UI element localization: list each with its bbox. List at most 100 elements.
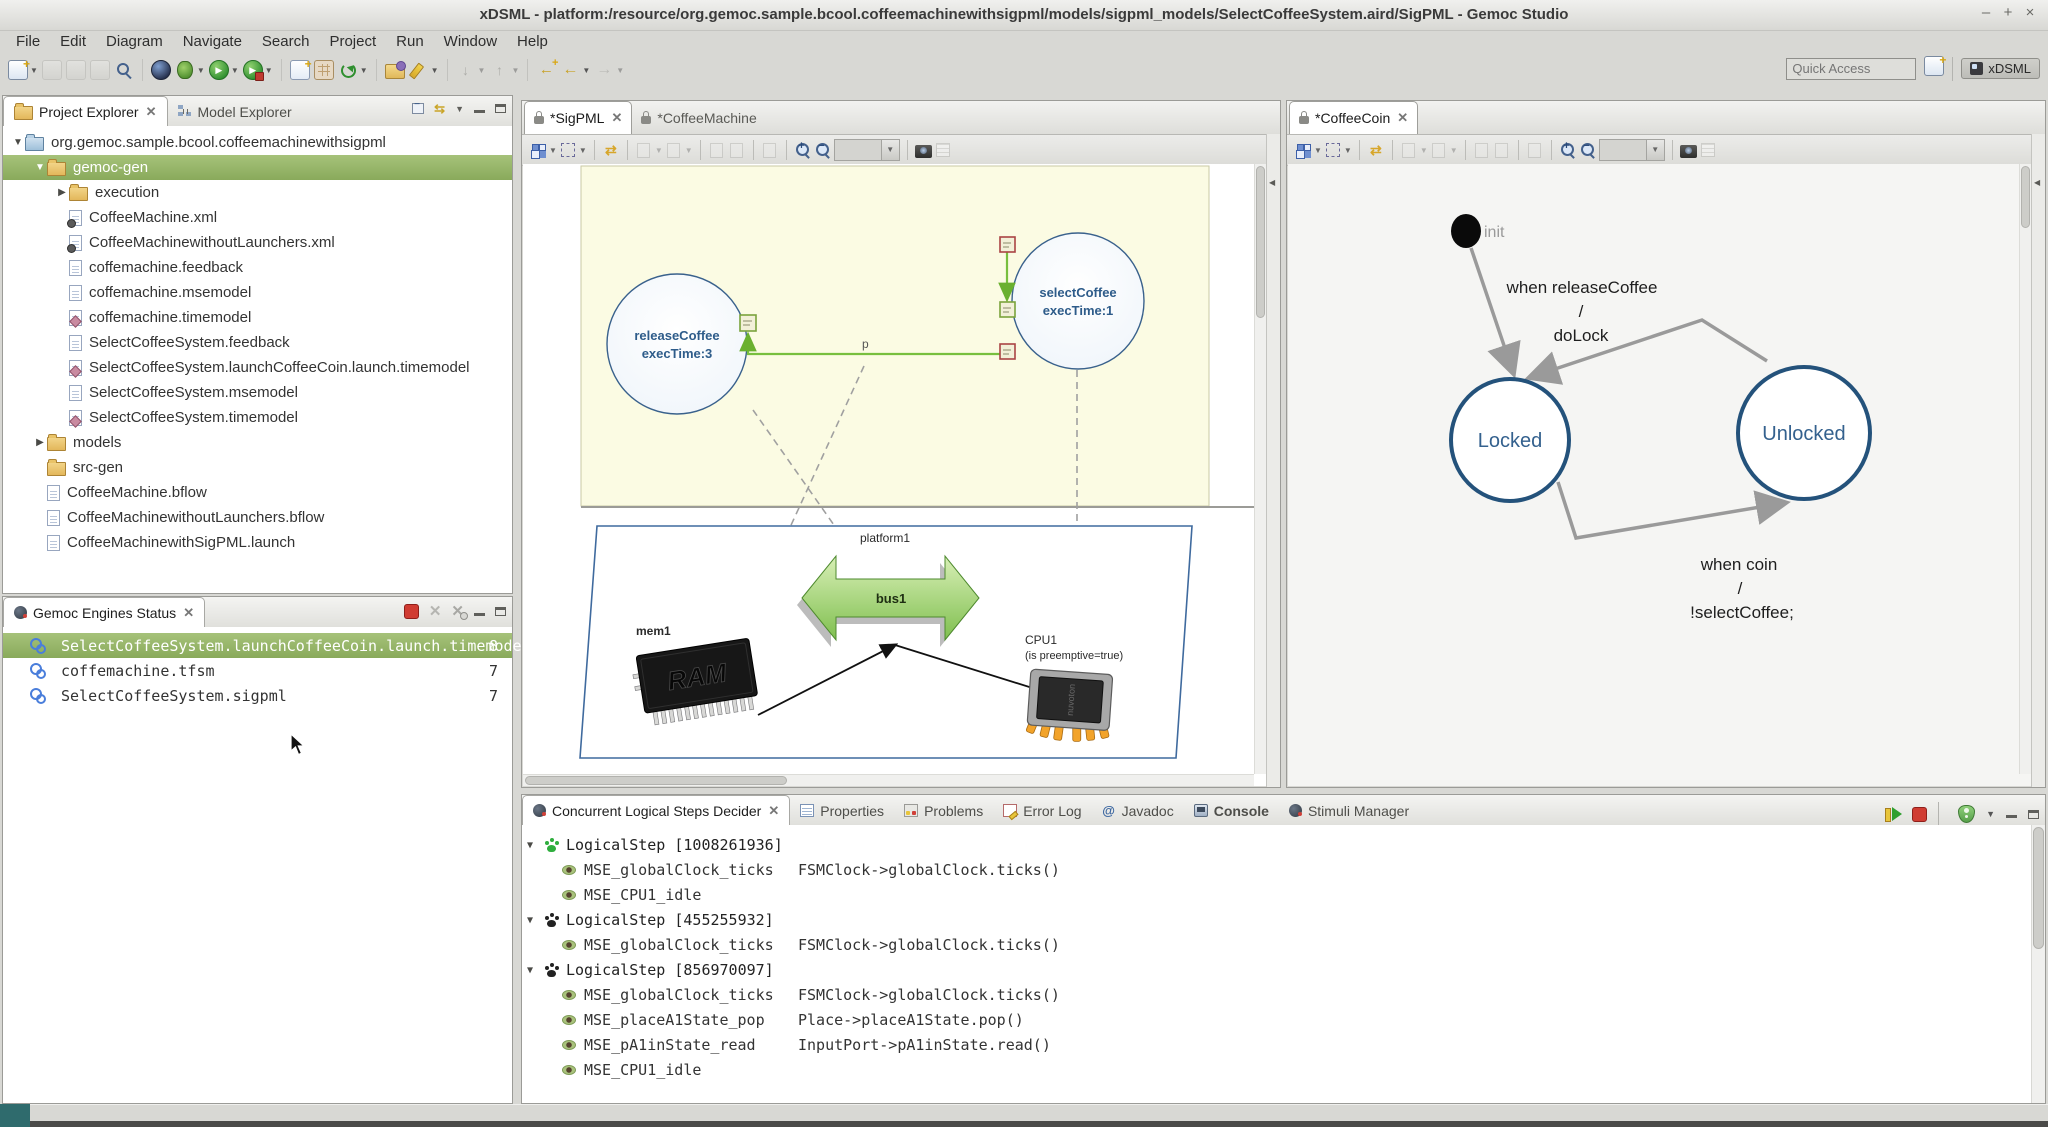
export-as-image-button[interactable]: [1680, 142, 1697, 158]
zoom-level-input[interactable]: [834, 139, 882, 161]
tree-item-selectcoffeesystem-msemodel[interactable]: SelectCoffeeSystem.msemodel: [3, 380, 512, 405]
tree-item-selectcoffeesystem-feedback[interactable]: SelectCoffeeSystem.feedback: [3, 330, 512, 355]
view-menu-icon[interactable]: ▼: [455, 104, 464, 114]
quick-access-input[interactable]: [1786, 58, 1916, 80]
tree-expander-icon[interactable]: ▶: [55, 187, 69, 198]
fsm-init-state[interactable]: [1451, 214, 1481, 248]
scrollbar-thumb[interactable]: [2021, 166, 2030, 228]
refresh-diagram-button[interactable]: ⇄: [602, 141, 620, 159]
sigpml-diagram-canvas[interactable]: releaseCoffee execTime:3 selectCoffee ex…: [523, 164, 1266, 786]
arrange-selection-button[interactable]: ▼: [529, 141, 557, 159]
chevron-down-icon[interactable]: ▼: [30, 66, 38, 75]
tree-item-coffemachine-feedback[interactable]: coffemachine.feedback: [3, 255, 512, 280]
stop-icon[interactable]: [1912, 807, 1927, 822]
chevron-down-icon[interactable]: ▼: [616, 66, 624, 75]
chevron-down-icon[interactable]: ▼: [431, 66, 439, 75]
open-resource-button[interactable]: [384, 61, 406, 80]
tree-expander-icon[interactable]: ▼: [11, 137, 25, 148]
transition-label[interactable]: when releaseCoffee: [1506, 278, 1658, 297]
engine-row[interactable]: SelectCoffeeSystem.sigpml7: [3, 683, 512, 708]
tree-item-coffeemachinewithsigpml-launch[interactable]: CoffeeMachinewithSigPML.launch: [3, 530, 512, 555]
window-maximize-button[interactable]: +: [1998, 4, 2018, 21]
actor-selectCoffee[interactable]: [1012, 233, 1144, 369]
chevron-down-icon[interactable]: ▼: [685, 146, 693, 155]
scrollbar-thumb[interactable]: [525, 776, 787, 785]
palette-expand-icon[interactable]: ◀: [1269, 178, 1275, 187]
tree-item-selectcoffeesystem-timemodel[interactable]: SelectCoffeeSystem.timemodel: [3, 405, 512, 430]
tab-javadoc[interactable]: @Javadoc: [1092, 796, 1184, 825]
tree-item-models[interactable]: ▶models: [3, 430, 512, 455]
tab-model-explorer[interactable]: Model Explorer: [168, 97, 302, 126]
scrollbar-thumb[interactable]: [2033, 827, 2044, 949]
logical-step-row[interactable]: ▼LogicalStep [455255932]: [522, 908, 2032, 933]
menu-project[interactable]: Project: [319, 32, 386, 51]
editor-tab-coffeemachine[interactable]: *CoffeeMachine: [632, 102, 765, 134]
tree-item-coffeemachine-xml[interactable]: CoffeeMachine.xml: [3, 205, 512, 230]
mse-event-row[interactable]: MSE_globalClock_ticksFSMClock->globalClo…: [522, 983, 2032, 1008]
tree-item-coffeemachinewithoutlaunchers-bflow[interactable]: CoffeeMachinewithoutLaunchers.bflow: [3, 505, 512, 530]
maximize-icon[interactable]: [495, 104, 506, 113]
input-port[interactable]: [1000, 344, 1015, 359]
close-icon[interactable]: ✕: [768, 803, 779, 819]
vertical-scrollbar[interactable]: [1254, 164, 1266, 774]
mse-event-row[interactable]: MSE_CPU1_idle: [522, 883, 2032, 908]
close-icon[interactable]: ✕: [183, 605, 194, 621]
menu-navigate[interactable]: Navigate: [173, 32, 252, 51]
fsm-transition-locked-to-unlocked[interactable]: [1558, 482, 1784, 538]
run-button[interactable]: ▼: [208, 59, 240, 81]
tree-expander-icon[interactable]: ▼: [33, 162, 47, 173]
tree-item-coffemachine-msemodel[interactable]: coffemachine.msemodel: [3, 280, 512, 305]
select-mode-button[interactable]: ▼: [559, 141, 587, 159]
zoom-in-button[interactable]: [1559, 141, 1577, 159]
new-wizard-button[interactable]: ▼: [7, 59, 39, 81]
window-minimize-button[interactable]: –: [1976, 4, 1996, 21]
open-perspective-button[interactable]: [1924, 56, 1944, 81]
horizontal-scrollbar[interactable]: [523, 774, 1254, 786]
step-forward-icon[interactable]: [1885, 807, 1901, 821]
minimize-icon[interactable]: [2006, 815, 2017, 818]
refresh-diagram-button[interactable]: ⇄: [1367, 141, 1385, 159]
menu-file[interactable]: File: [6, 32, 50, 51]
tree-expander-icon[interactable]: ▼: [527, 840, 533, 851]
tab-project-explorer[interactable]: Project Explorer ✕: [3, 96, 168, 126]
permission-shield-icon[interactable]: [1958, 805, 1975, 823]
mse-event-row[interactable]: MSE_globalClock_ticksFSMClock->globalClo…: [522, 858, 2032, 883]
tree-item-coffeemachinewithoutlaunchers-xml[interactable]: CoffeeMachinewithoutLaunchers.xml: [3, 230, 512, 255]
tree-item-coffeemachine-bflow[interactable]: CoffeeMachine.bflow: [3, 480, 512, 505]
input-port[interactable]: [1000, 237, 1015, 252]
tree-item-selectcoffeesystem-launchcoffeecoin-launch-timemodel[interactable]: SelectCoffeeSystem.launchCoffeeCoin.laun…: [3, 355, 512, 380]
new-plugin-project-button[interactable]: [313, 59, 335, 81]
tree-expander-icon[interactable]: ▼: [527, 915, 533, 926]
chevron-down-icon[interactable]: ▼: [511, 66, 519, 75]
perspective-xdsml-button[interactable]: xDSML: [1961, 58, 2040, 79]
collapse-all-icon[interactable]: [412, 103, 424, 114]
chevron-down-icon[interactable]: ▼: [1450, 146, 1458, 155]
chevron-down-icon[interactable]: ▼: [360, 66, 368, 75]
gemoc-refresh-button[interactable]: ▼: [337, 59, 369, 81]
chevron-down-icon[interactable]: ▼: [1986, 809, 1995, 819]
menu-run[interactable]: Run: [386, 32, 434, 51]
search-button[interactable]: [113, 59, 135, 81]
close-icon[interactable]: ✕: [611, 110, 622, 126]
chevron-down-icon[interactable]: ▼: [1314, 146, 1322, 155]
mse-event-row[interactable]: MSE_globalClock_ticksFSMClock->globalClo…: [522, 933, 2032, 958]
chevron-down-icon[interactable]: ▼: [882, 139, 900, 161]
maximize-icon[interactable]: [2028, 810, 2039, 819]
menu-edit[interactable]: Edit: [50, 32, 96, 51]
zoom-level-button[interactable]: ▼: [1599, 139, 1665, 161]
mse-event-row[interactable]: MSE_CPU1_idle: [522, 1058, 2032, 1083]
select-mode-button[interactable]: ▼: [1324, 141, 1352, 159]
chevron-down-icon[interactable]: ▼: [582, 66, 590, 75]
last-edit-location-button[interactable]: [535, 59, 557, 81]
tree-expander-icon[interactable]: ▶: [33, 437, 47, 448]
engine-row[interactable]: SelectCoffeeSystem.launchCoffeeCoin.laun…: [3, 633, 512, 658]
zoom-level-button[interactable]: ▼: [834, 139, 900, 161]
debug-button[interactable]: ▼: [174, 59, 206, 81]
output-port[interactable]: [740, 315, 756, 331]
menu-help[interactable]: Help: [507, 32, 558, 51]
tab-stimuli-manager[interactable]: Stimuli Manager: [1279, 796, 1419, 825]
zoom-out-button[interactable]: [814, 141, 832, 159]
engine-row[interactable]: coffemachine.tfsm7: [3, 658, 512, 683]
transition-label[interactable]: when coin: [1700, 555, 1778, 574]
chevron-down-icon[interactable]: ▼: [197, 66, 205, 75]
